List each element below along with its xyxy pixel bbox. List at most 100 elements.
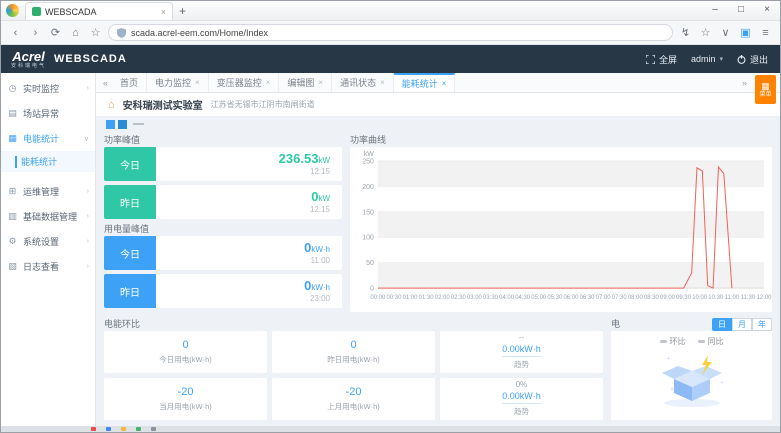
energy-compare-title: 电能环比 xyxy=(104,318,603,331)
browser-tab-title: WEBSCADA xyxy=(45,7,157,17)
tab-close-icon[interactable]: × xyxy=(195,78,200,87)
energy-compare-grid: 0今日用电(kW·h)0昨日用电(kW·h)--0.00kW·h趋势-20当月用… xyxy=(104,331,603,420)
peak-day-tag: 今日 xyxy=(104,147,156,181)
range-button[interactable]: 年 xyxy=(752,318,772,331)
range-button[interactable]: 月 xyxy=(732,318,752,331)
svg-text:09:30: 09:30 xyxy=(676,295,692,301)
peak-day-tag: 昨日 xyxy=(104,274,156,308)
sidebar-item[interactable]: ▦电能统计∨ xyxy=(1,126,95,151)
url-bar[interactable]: scada.acrel-eem.com/Home/Index xyxy=(108,24,673,41)
power-curve-panel: 功率曲线 050100150200250kW00:0000:3001:0001:… xyxy=(350,134,772,312)
peak-section-title: 用电量峰值 xyxy=(104,223,342,236)
screenshot-icon[interactable]: ▣ xyxy=(738,26,753,39)
tabs-scroll-left-icon[interactable]: « xyxy=(99,78,112,88)
sidebar-item-label: 日志查看 xyxy=(23,260,59,273)
svg-text:08:30: 08:30 xyxy=(644,295,660,301)
menu-icon[interactable]: ≡ xyxy=(758,27,773,39)
compare-value: 0 xyxy=(350,339,356,351)
app-header: Acrel 安科瑞电气 WEBSCADA 全屏 admin ▾ 退出 xyxy=(1,45,780,73)
new-tab-button[interactable]: + xyxy=(179,4,186,18)
svg-text:02:00: 02:00 xyxy=(435,295,451,301)
energy-trend-panel: 电能趋势 日月年 环比 同比 xyxy=(611,318,772,420)
minimize-button[interactable]: – xyxy=(702,1,728,20)
sidebar-item-label: 基础数据管理 xyxy=(23,210,77,223)
tab-close-icon[interactable]: × xyxy=(266,78,271,87)
close-button[interactable]: × xyxy=(754,1,780,20)
compare-value: 0 xyxy=(182,339,188,351)
tabs-scroll-right-icon[interactable]: » xyxy=(738,78,751,88)
svg-text:11:30: 11:30 xyxy=(741,295,756,301)
taskbar-app-icon[interactable] xyxy=(106,427,111,431)
chevron-down-icon[interactable]: ∨ xyxy=(718,26,733,39)
sidebar-item[interactable]: ▧日志查看› xyxy=(1,254,95,279)
user-caret-icon: ▾ xyxy=(719,55,723,63)
main-area: ◷实时监控›▤场站异常▦电能统计∨能耗统计⊞运维管理›▥基础数据管理›⚙系统设置… xyxy=(1,73,780,426)
home-icon[interactable]: ⌂ xyxy=(68,27,83,39)
peak-time: 12:15 xyxy=(310,167,330,176)
taskbar-app-icon[interactable] xyxy=(136,427,141,431)
forward-icon[interactable]: › xyxy=(28,27,43,39)
svg-text:10:30: 10:30 xyxy=(708,295,724,301)
svg-text:01:30: 01:30 xyxy=(419,295,435,301)
workspace-tab[interactable]: 首页 xyxy=(112,73,147,92)
workspace-tab[interactable]: 编辑图× xyxy=(279,73,332,92)
product-title: WEBSCADA xyxy=(54,53,127,65)
user-menu[interactable]: admin ▾ xyxy=(691,54,723,64)
favorite-star-icon[interactable]: ☆ xyxy=(698,26,713,39)
workspace-tab[interactable]: 电力监控× xyxy=(147,73,209,92)
sidebar-item[interactable]: ⊞运维管理› xyxy=(1,179,95,204)
compare-diff-value: 0.00kW·h xyxy=(502,344,541,357)
maximize-button[interactable]: □ xyxy=(728,1,754,20)
sidebar-subitem[interactable]: 能耗统计 xyxy=(1,151,95,172)
compare-ratio: 0% xyxy=(516,381,528,389)
view-chip-1[interactable] xyxy=(106,120,115,129)
legend-label: 同比 xyxy=(708,336,724,347)
tab-close-icon[interactable]: × xyxy=(442,79,447,88)
browser-titlebar: WEBSCADA × + – □ × xyxy=(1,1,780,21)
workspace-tab-label: 首页 xyxy=(120,76,138,89)
browser-tab[interactable]: WEBSCADA × xyxy=(25,2,173,20)
sidebar-item[interactable]: ◷实时监控› xyxy=(1,76,95,101)
logout-button[interactable]: 退出 xyxy=(737,53,768,66)
collapse-dash-icon[interactable] xyxy=(133,123,144,125)
svg-text:+: + xyxy=(666,354,671,363)
refresh-icon[interactable]: ⟳ xyxy=(48,26,63,39)
browser-logo-icon[interactable] xyxy=(6,4,19,17)
tab-close-icon[interactable]: × xyxy=(318,78,323,87)
svg-text:10:00: 10:00 xyxy=(692,295,708,301)
window-controls: – □ × xyxy=(702,1,780,20)
taskbar-app-icon[interactable] xyxy=(151,427,156,431)
chevron-right-icon: › xyxy=(87,238,89,245)
workspace-tab[interactable]: 变压器监控× xyxy=(209,73,280,92)
sidebar-item[interactable]: ▤场站异常 xyxy=(1,101,95,126)
taskbar-app-icon[interactable] xyxy=(121,427,126,431)
workspace-tab[interactable]: 能耗统计× xyxy=(394,73,456,92)
peak-unit: kW xyxy=(318,194,330,203)
view-chip-2[interactable] xyxy=(118,120,127,129)
sidebar-item-label: 系统设置 xyxy=(23,235,59,248)
legend-item[interactable]: 环比 xyxy=(660,336,686,347)
chevron-right-icon: › xyxy=(87,85,89,92)
peak-value: 0kW xyxy=(311,190,330,204)
bottom-row: 电能环比 0今日用电(kW·h)0昨日用电(kW·h)--0.00kW·h趋势-… xyxy=(104,318,772,420)
legend-item[interactable]: 同比 xyxy=(698,336,724,347)
svg-text:05:00: 05:00 xyxy=(531,295,547,301)
energy-trend-header: 电能趋势 日月年 xyxy=(611,318,772,331)
extension-lightning-icon[interactable]: ↯ xyxy=(678,26,693,39)
sidebar-item[interactable]: ▥基础数据管理› xyxy=(1,204,95,229)
tab-close-icon[interactable]: × xyxy=(161,7,166,17)
sidebar-item[interactable]: ⚙系统设置› xyxy=(1,229,95,254)
quick-menu-button[interactable]: ▦ 菜单 xyxy=(755,75,776,104)
back-icon[interactable]: ‹ xyxy=(8,27,23,39)
workspace-tab[interactable]: 通讯状态× xyxy=(332,73,394,92)
range-button[interactable]: 日 xyxy=(712,318,732,331)
bookmark-star-icon[interactable]: ☆ xyxy=(88,26,103,39)
svg-text:200: 200 xyxy=(362,184,374,191)
svg-text:00:00: 00:00 xyxy=(370,295,386,301)
peak-card-body: 0kW·h23:00 xyxy=(156,274,342,308)
svg-text:06:00: 06:00 xyxy=(563,295,579,301)
taskbar-app-icon[interactable] xyxy=(91,427,96,431)
empty-state-illustration: + + xyxy=(650,351,734,409)
tab-close-icon[interactable]: × xyxy=(380,78,385,87)
fullscreen-button[interactable]: 全屏 xyxy=(646,53,677,66)
